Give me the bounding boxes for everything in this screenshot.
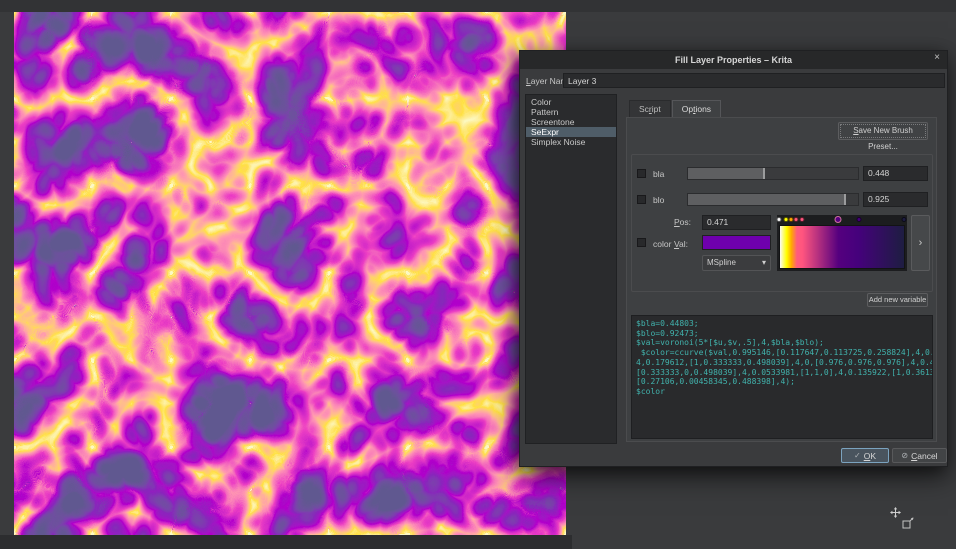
blo-slider-fill xyxy=(688,194,845,205)
cancel-button[interactable]: ⊘ Cancel xyxy=(892,448,947,463)
canvas-top-gutter xyxy=(0,0,956,12)
fill-layer-properties-dialog: Fill Layer Properties – Krita × Layer Na… xyxy=(519,50,948,467)
canvas-image[interactable] xyxy=(14,12,566,535)
krita-workspace: { "icons": { "close": "×", "ok_check": "… xyxy=(0,0,956,549)
bla-checkbox[interactable] xyxy=(637,169,646,178)
dropdown-arrow-icon: ▾ xyxy=(762,256,766,270)
bla-label: bla xyxy=(653,169,664,179)
code-line: $color xyxy=(636,387,928,397)
list-item-seexpr[interactable]: SeExpr xyxy=(526,127,616,137)
list-item-color[interactable]: Color xyxy=(526,97,616,107)
tool-cursor-overlay xyxy=(886,505,918,535)
blo-value-field[interactable]: 0.925 xyxy=(863,192,928,207)
pos-label: Pos: xyxy=(674,217,691,227)
seexpr-script-output[interactable]: $bla=0.44803;$blo=0.92473;$val=voronoi(5… xyxy=(631,315,933,439)
cancel-slash-icon: ⊘ xyxy=(901,451,908,460)
color-label: color xyxy=(653,239,671,249)
tab-script[interactable]: Script xyxy=(629,100,671,117)
list-item-simplex-noise[interactable]: Simplex Noise xyxy=(526,137,616,147)
gradient-stops-row xyxy=(777,215,907,225)
code-line: [0.27106,0.00458345,0.488398],4); xyxy=(636,377,928,387)
layer-name-input[interactable] xyxy=(563,73,945,88)
generator-list: ColorPatternScreentoneSeExprSimplex Nois… xyxy=(525,94,617,444)
options-tab-pane: Save New Brush Preset... bla 0.448 blo 0… xyxy=(626,117,937,442)
add-new-variable-button[interactable]: Add new variable xyxy=(867,293,928,307)
dialog-titlebar[interactable]: Fill Layer Properties – Krita × xyxy=(520,51,947,69)
transform-badge-icon xyxy=(901,517,914,530)
blo-checkbox[interactable] xyxy=(637,195,646,204)
tab-bar: ScriptOptions xyxy=(629,100,722,117)
pos-field[interactable]: 0.471 xyxy=(702,215,771,230)
list-item-pattern[interactable]: Pattern xyxy=(526,107,616,117)
interpolation-value: MSpline xyxy=(707,256,736,270)
gradient-stop-6[interactable] xyxy=(856,217,861,222)
gradient-stop-5[interactable] xyxy=(835,216,842,223)
close-icon[interactable]: × xyxy=(934,52,940,63)
variables-group: bla 0.448 blo 0.925 color Pos: 0.471 Val… xyxy=(631,154,933,292)
code-line: $bla=0.44803; xyxy=(636,319,928,329)
interpolation-dropdown[interactable]: MSpline ▾ xyxy=(702,255,771,271)
cancel-button-label: Cancel xyxy=(911,451,937,461)
ok-button[interactable]: ✓ OK xyxy=(841,448,889,463)
color-checkbox[interactable] xyxy=(637,238,646,247)
gradient-stop-0[interactable] xyxy=(777,217,782,222)
list-item-screentone[interactable]: Screentone xyxy=(526,117,616,127)
bla-slider-handle[interactable] xyxy=(763,168,765,179)
blo-label: blo xyxy=(653,195,664,205)
ok-button-label: OK xyxy=(864,451,876,461)
canvas-bottom-gutter xyxy=(0,535,572,549)
blo-slider[interactable] xyxy=(687,193,859,206)
blo-slider-handle[interactable] xyxy=(844,194,846,205)
chevron-right-icon: › xyxy=(919,237,923,249)
code-line: $color=ccurve($val,0.995146,[0.117647,0.… xyxy=(636,348,928,358)
check-icon: ✓ xyxy=(854,451,861,460)
move-cursor-icon xyxy=(890,507,901,518)
gradient-stop-2[interactable] xyxy=(788,217,793,222)
color-value-swatch[interactable] xyxy=(702,235,771,250)
gradient-stop-7[interactable] xyxy=(902,217,907,222)
tab-options[interactable]: Options xyxy=(672,100,721,117)
gradient-stop-4[interactable] xyxy=(799,217,804,222)
val-label: Val: xyxy=(674,239,688,249)
bla-value-field[interactable]: 0.448 xyxy=(863,166,928,181)
bla-slider-fill xyxy=(688,168,764,179)
gradient-expand-button[interactable]: › xyxy=(911,215,930,271)
save-new-brush-preset-button[interactable]: Save New Brush Preset... xyxy=(838,122,928,140)
code-line: $blo=0.92473; xyxy=(636,329,928,339)
bla-slider[interactable] xyxy=(687,167,859,180)
dialog-title: Fill Layer Properties – Krita xyxy=(675,55,792,65)
gradient-bar[interactable] xyxy=(779,225,905,269)
gradient-editor[interactable] xyxy=(777,215,907,271)
code-line: 4,0.179612,[1,0.333333,0.498039],4,0,[0.… xyxy=(636,358,928,368)
code-line: [0.333333,0,0.498039],4,0.0533981,[1,1,0… xyxy=(636,368,928,378)
voronoi-plasma-render xyxy=(14,12,566,535)
gradient-stop-3[interactable] xyxy=(794,217,799,222)
code-line: $val=voronoi(5*[$u,$v,.5],4,$bla,$blo); xyxy=(636,338,928,348)
